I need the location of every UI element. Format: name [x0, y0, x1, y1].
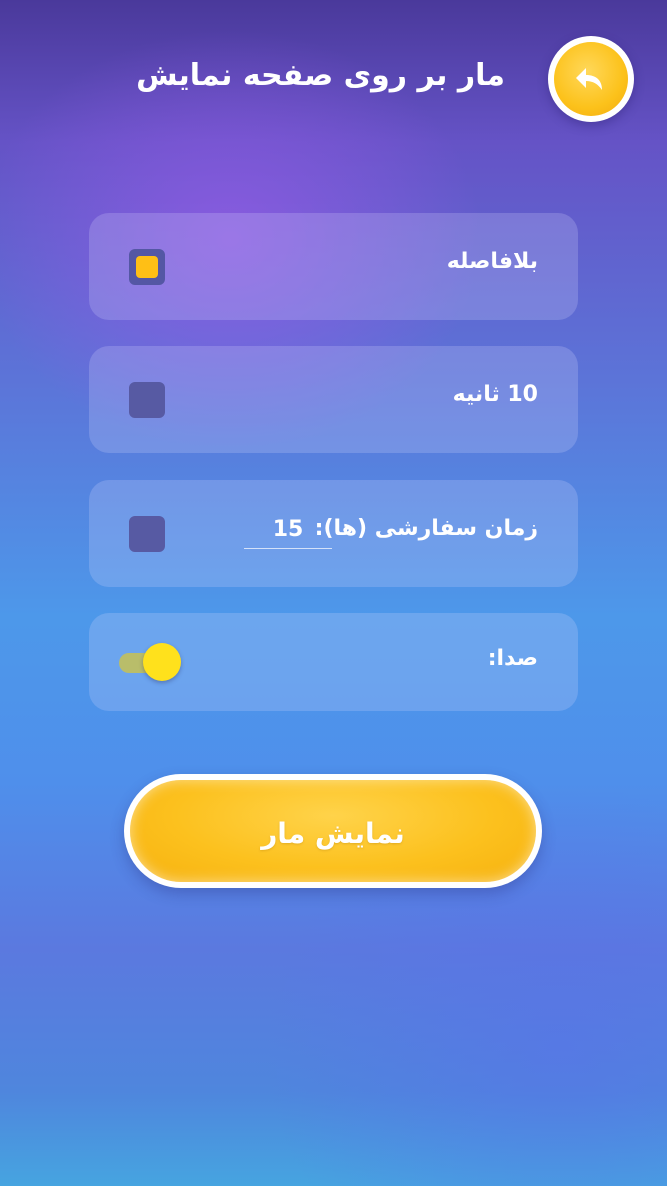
option-immediate-checkbox[interactable] — [129, 249, 165, 285]
page-title: مار بر روی صفحه نمایش — [136, 58, 505, 93]
sound-label: صدا: — [487, 646, 538, 671]
show-snake-button-label: نمایش مار — [261, 817, 405, 850]
sound-toggle[interactable] — [119, 642, 183, 682]
show-snake-button[interactable]: نمایش مار — [124, 774, 542, 888]
sound-toggle-knob — [143, 643, 181, 681]
option-immediate[interactable]: بلافاصله — [89, 213, 578, 320]
option-10-seconds[interactable]: 10 ثانیه — [89, 346, 578, 453]
option-immediate-label: بلافاصله — [446, 249, 538, 274]
custom-time-input[interactable] — [244, 510, 332, 549]
option-custom-time[interactable]: زمان سفارشی (ها): — [89, 480, 578, 587]
back-button-face — [554, 42, 628, 116]
back-arrow-icon — [576, 68, 602, 90]
sound-row: صدا: — [89, 613, 578, 711]
option-10-seconds-checkbox[interactable] — [129, 382, 165, 418]
option-custom-time-label: زمان سفارشی (ها): — [314, 516, 538, 541]
show-snake-button-face: نمایش مار — [130, 780, 536, 882]
back-button[interactable] — [548, 36, 634, 122]
option-10-seconds-label: 10 ثانیه — [452, 382, 538, 407]
option-custom-time-checkbox[interactable] — [129, 516, 165, 552]
